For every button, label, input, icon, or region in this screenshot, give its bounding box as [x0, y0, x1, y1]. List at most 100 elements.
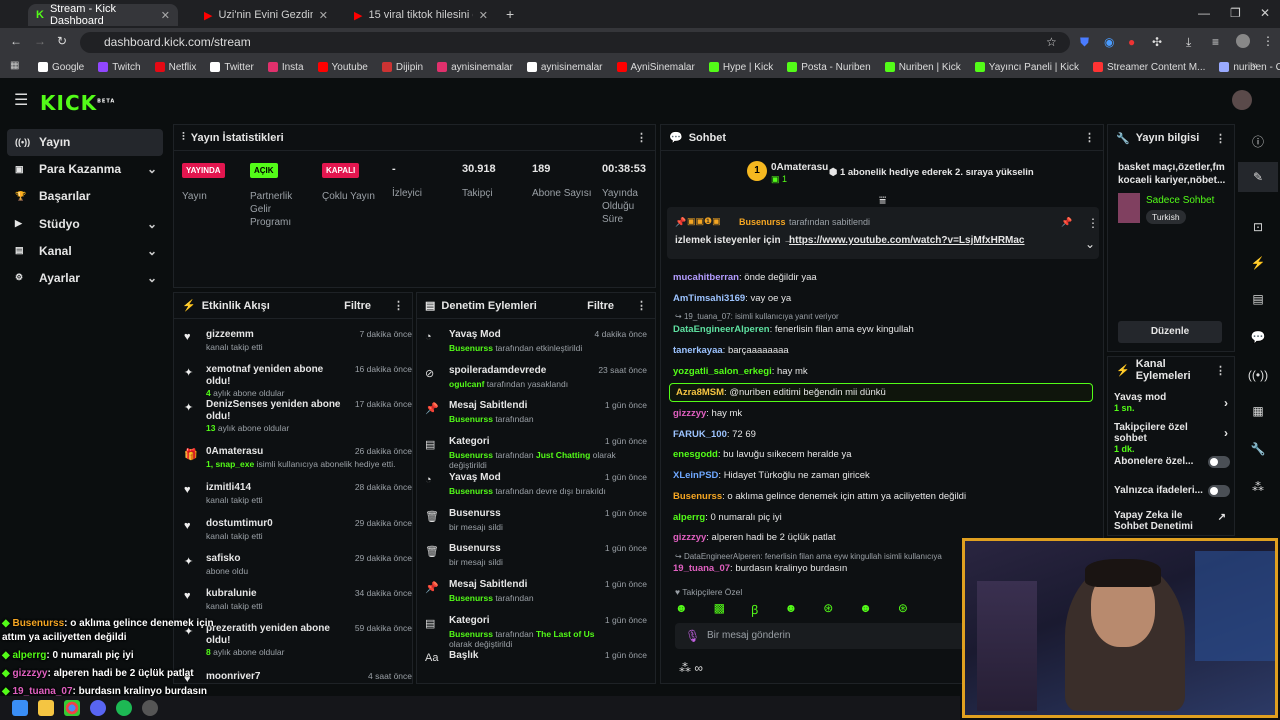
- bookmark-item[interactable]: Streamer Content M...: [1093, 62, 1205, 73]
- chat-message[interactable]: mucahitberran: önde değildir yaa: [673, 272, 817, 283]
- moderation-item[interactable]: ▤ Kategori 1 gün önce Busenurss tarafından …: [425, 615, 647, 649]
- chat-username[interactable]: Azra8MSM: [676, 387, 724, 398]
- event-item[interactable]: ♥ izmitli414 28 dakika önce kanalı takip et…: [184, 482, 412, 516]
- back-icon[interactable]: ←: [10, 34, 22, 48]
- chat-message[interactable]: Azra8MSM: @nuriben editimi beğendin mii …: [669, 383, 1093, 402]
- bookmark-item[interactable]: nuriben - Channel S...: [1219, 62, 1280, 73]
- channel-action-item[interactable]: Yavaş mod 1 sn. ›: [1114, 392, 1230, 420]
- user-avatar[interactable]: [1232, 90, 1252, 110]
- file-explorer-icon[interactable]: [38, 700, 54, 716]
- new-tab-button[interactable]: +: [506, 6, 514, 22]
- bookmark-item[interactable]: Nuriben | Kick: [884, 62, 961, 73]
- emote-icon[interactable]: ☻: [859, 601, 872, 617]
- event-item[interactable]: ♥ moonriver7 4 saat önce: [184, 671, 412, 683]
- storage-icon[interactable]: ▦: [1238, 396, 1278, 426]
- event-item[interactable]: ✦ prezeratith yeniden abone oldu! 59 dakik…: [184, 623, 412, 657]
- bookmark-item[interactable]: Twitch: [98, 62, 141, 73]
- reload-icon[interactable]: ↻: [57, 34, 67, 48]
- edit-pencil-icon[interactable]: ✎: [1238, 162, 1278, 192]
- emote-icon[interactable]: ⊛: [823, 601, 833, 617]
- bookmark-item[interactable]: Yayıncı Paneli | Kick: [974, 62, 1079, 73]
- chat-username[interactable]: enesgodd: [673, 449, 718, 460]
- bookmark-item[interactable]: Dijipin: [381, 62, 423, 73]
- maximize-icon[interactable]: ❐: [1230, 6, 1241, 20]
- extension-shield-icon[interactable]: ⛊: [1080, 35, 1089, 50]
- bookmark-item[interactable]: Posta - Nuriben: [787, 62, 871, 73]
- minimize-icon[interactable]: —: [1198, 6, 1210, 20]
- discord-icon[interactable]: [90, 700, 106, 716]
- event-item[interactable]: ♥ gizzeemm 7 dakika önce kanalı takip etti: [184, 329, 412, 363]
- close-tab-icon[interactable]: ✕: [161, 9, 170, 22]
- chat-username[interactable]: AmTimsahi3169: [673, 293, 745, 304]
- emote-icon[interactable]: ꞵ: [751, 601, 759, 617]
- microphone-icon[interactable]: 🎙: [685, 629, 700, 643]
- chat-username[interactable]: gizzzyy: [673, 408, 706, 419]
- chat-message[interactable]: yozgatli_salon_erkegi: hay mk: [673, 366, 808, 377]
- more-bookmarks-icon[interactable]: »: [1252, 60, 1258, 71]
- gift-leader-name[interactable]: 0Amaterasu: [771, 162, 828, 173]
- pinned-expand-icon[interactable]: ⌄: [1085, 237, 1095, 251]
- chrome-icon[interactable]: [64, 700, 80, 716]
- close-tab-icon[interactable]: ✕: [319, 9, 328, 22]
- chat-message[interactable]: 19_tuana_07: burdasın kralinyo burdasın: [673, 563, 847, 574]
- kick-logo[interactable]: KICKBETA: [40, 91, 115, 115]
- chat-message[interactable]: FARUK_100: 72 69: [673, 429, 756, 440]
- moderation-item[interactable]: ⊘ spoileradamdevrede 23 saat önce ogulcanf …: [425, 365, 647, 399]
- chat-username[interactable]: alperrg: [673, 512, 705, 523]
- tools-icon[interactable]: 🔧: [1238, 434, 1278, 464]
- bookmark-item[interactable]: Youtube: [317, 62, 368, 73]
- actions-more-icon[interactable]: ⋮: [1215, 364, 1226, 377]
- moderation-item[interactable]: ◔ Yavaş Mod 1 gün önce Busenurss tarafından…: [425, 472, 647, 506]
- chat-username[interactable]: FARUK_100: [673, 429, 727, 440]
- hamburger-menu-icon[interactable]: ☰: [14, 90, 28, 110]
- emote-icon[interactable]: ☻: [785, 601, 798, 617]
- channel-action-item[interactable]: Takipçilere özel sohbet 1 dk. ›: [1114, 422, 1230, 454]
- emote-icon[interactable]: ▩: [714, 601, 725, 617]
- stats-more-icon[interactable]: ⋮: [636, 131, 647, 144]
- pinned-link[interactable]: https://www.youtube.com/watch?v=LsjMfxHR…: [789, 235, 1025, 246]
- sidebar-item-kanal[interactable]: ▤ Kanal ⌄: [7, 237, 163, 264]
- chat-message[interactable]: tanerkayaa: barçaaaaaaaa: [673, 345, 789, 356]
- url-input[interactable]: dashboard.kick.com/stream: [80, 32, 1070, 53]
- extension-red-icon[interactable]: ●: [1128, 35, 1135, 49]
- chat-message[interactable]: DataEngineerAlperen: fenerlisin filan am…: [673, 324, 914, 335]
- forward-icon[interactable]: →: [34, 34, 46, 48]
- moderation-item[interactable]: 📌 Mesaj Sabitlendi 1 gün önce Busenurss tar…: [425, 579, 647, 613]
- close-window-icon[interactable]: ✕: [1260, 6, 1270, 20]
- bookmark-item[interactable]: Hype | Kick: [708, 62, 773, 73]
- channel-action-item[interactable]: Yalnızca ifadeleri...: [1114, 485, 1230, 513]
- bookmark-item[interactable]: aynisinemalar: [437, 62, 513, 73]
- broadcast-icon[interactable]: ((•)): [1238, 360, 1278, 390]
- profile-avatar[interactable]: [1236, 34, 1250, 48]
- chat-message[interactable]: gizzzyy: alperen hadi be 2 üçlük patlat: [673, 532, 836, 543]
- bookmark-item[interactable]: Twitter: [210, 62, 254, 73]
- category-link[interactable]: Sadece Sohbet: [1146, 195, 1214, 206]
- chat-username[interactable]: DataEngineerAlperen: [673, 324, 770, 335]
- toggle-switch[interactable]: [1208, 456, 1230, 468]
- bookmark-item[interactable]: aynisinemalar: [526, 62, 603, 73]
- chat-username[interactable]: 19_tuana_07: [673, 563, 730, 574]
- document-icon[interactable]: ▤: [1238, 284, 1278, 314]
- bookmark-item[interactable]: AyniSinemalar: [616, 62, 695, 73]
- moderation-item[interactable]: Aa Başlık 1 gün önce: [425, 650, 647, 683]
- chat-message[interactable]: alperrg: 0 numaralı piç iyi: [673, 512, 782, 523]
- chat-message[interactable]: Busenurss: o aklıma gelince denemek için…: [673, 491, 966, 502]
- bolt-icon[interactable]: ⚡: [1238, 248, 1278, 278]
- moderation-more-icon[interactable]: ⋮: [636, 299, 647, 312]
- chat-username[interactable]: gizzzyy: [673, 532, 706, 543]
- event-item[interactable]: ✦ DenizSenses yeniden abone oldu! 17 dakik…: [184, 399, 412, 433]
- sidebar-item-stüdyo[interactable]: ▶ Stüdyo ⌄: [7, 210, 163, 237]
- event-item[interactable]: 🎁 0Amaterasu 26 dakika önce 1, snap_exe isi…: [184, 446, 412, 480]
- event-item[interactable]: ✦ safisko 29 dakika önce abone oldu: [184, 553, 412, 587]
- moderation-item[interactable]: ▤ Kategori 1 gün önce Busenurss tarafından …: [425, 436, 647, 470]
- unpin-icon[interactable]: 📌: [1061, 217, 1072, 228]
- chat-message[interactable]: enesgodd: bu lavuğu sıikecem heralde ya: [673, 449, 851, 460]
- chat-more-icon[interactable]: ⋮: [1084, 131, 1095, 144]
- toggle-switch[interactable]: [1208, 485, 1230, 497]
- chat-username[interactable]: yozgatli_salon_erkegi: [673, 366, 772, 377]
- edit-info-button[interactable]: Düzenle: [1118, 321, 1222, 343]
- info-more-icon[interactable]: ⋮: [1215, 132, 1226, 145]
- obs-icon[interactable]: [142, 700, 158, 716]
- sidebar-item-ayarlar[interactable]: ⚙ Ayarlar ⌄: [7, 264, 163, 291]
- chat-message[interactable]: gizzzyy: hay mk: [673, 408, 742, 419]
